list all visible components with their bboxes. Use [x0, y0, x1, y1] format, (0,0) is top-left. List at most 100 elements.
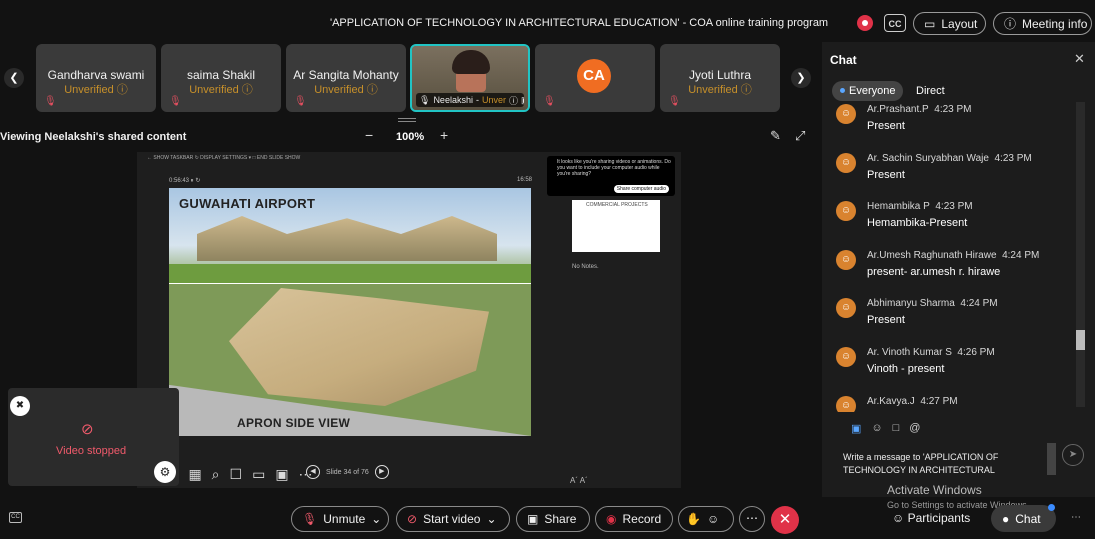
chat-author: Ar.Umesh Raghunath Hirawe: [867, 250, 997, 261]
chat-time: 4:23 PM: [934, 104, 972, 115]
annotate-icon[interactable]: ✎: [770, 128, 781, 144]
next-slide-icon: ▶: [374, 465, 389, 479]
chat-time: 4:23 PM: [935, 201, 973, 212]
chat-compose-input[interactable]: Write a message to 'APPLICATION OF TECHN…: [843, 451, 1043, 477]
unmute-button[interactable]: 🎙 Unmute ⌄: [291, 506, 389, 532]
presenter-toolbar: ← SHOW TASKBAR ↻ DISPLAY SETTINGS ▾ □ EN…: [147, 155, 301, 161]
tab-direct[interactable]: Direct: [908, 81, 953, 101]
chevron-down-icon: ⌄: [371, 512, 382, 526]
pin-icon[interactable]: ✖: [10, 396, 30, 416]
strip-next-icon[interactable]: ❯: [791, 68, 811, 88]
layout-button[interactable]: ▭ Layout: [913, 12, 986, 35]
tab-everyone-label: Everyone: [849, 85, 896, 97]
chat-author: Abhimanyu Sharma: [867, 298, 955, 309]
mention-icon[interactable]: @: [909, 422, 920, 435]
chat-time: 4:23 PM: [994, 153, 1032, 164]
emoji-icon[interactable]: ☺: [871, 422, 882, 435]
participant-tile[interactable]: Ar Sangita Mohanty Unverified ⓘ 🎙: [286, 44, 406, 112]
participant-tile-logo[interactable]: CA 🎙: [535, 44, 655, 112]
slide-subtitle: APRON SIDE VIEW: [237, 416, 351, 430]
strip-prev-icon[interactable]: ❮: [4, 68, 24, 88]
start-video-button[interactable]: ⊘ Start video ⌄: [396, 506, 510, 532]
meeting-info-button[interactable]: ⓘ Meeting info: [993, 12, 1092, 35]
unmute-label: Unmute: [323, 512, 366, 526]
chat-message-meta: Ar.Umesh Raghunath Hirawe 4:24 PM: [867, 250, 1039, 261]
chat-text: Hemambika-Present: [867, 217, 968, 229]
zoom-out-button[interactable]: −: [365, 127, 373, 143]
gif-icon[interactable]: □: [893, 422, 900, 435]
chat-author: Ar.Kavya.J: [867, 396, 915, 407]
avatar-icon: ☺: [836, 347, 856, 367]
participants-icon: ☺: [892, 511, 905, 525]
meeting-info-label: Meeting info: [1022, 16, 1088, 31]
chat-message-list: ☺ Ar.Prashant.P 4:23 PM Present ☺ Ar. Sa…: [822, 104, 1084, 412]
participant-name: Gandharva swami: [47, 68, 145, 82]
font-size-icon: A´ A´: [570, 476, 588, 485]
chat-author: Hemambika P: [867, 201, 930, 212]
webex-meeting-window: 'APPLICATION OF TECHNOLOGY IN ARCHITECTU…: [0, 0, 1095, 539]
record-icon: ◉: [606, 512, 617, 526]
format-icon[interactable]: ▣: [851, 422, 861, 435]
chat-title: Chat: [830, 53, 857, 67]
record-button[interactable]: ◉ Record: [595, 506, 673, 532]
tab-everyone[interactable]: Everyone: [832, 81, 904, 101]
active-speaker-caption: 🎙 Neelakshi - Unver ⓘ ▣: [416, 93, 524, 107]
recording-indicator-icon[interactable]: [857, 15, 873, 31]
reactions-button[interactable]: ✋ ☺: [678, 506, 734, 532]
avatar-icon: ☺: [836, 298, 856, 318]
chevron-down-icon: ⌄: [486, 512, 497, 526]
chat-scrollbar[interactable]: [1076, 102, 1085, 407]
closed-captions-button[interactable]: CC: [884, 14, 906, 32]
compose-toolbar: ▣ ☺ □ @: [851, 422, 920, 435]
participant-tile[interactable]: Gandharva swami Unverified ⓘ 🎙: [36, 44, 156, 112]
meeting-title: 'APPLICATION OF TECHNOLOGY IN ARCHITECTU…: [330, 17, 829, 29]
send-icon[interactable]: ➤: [1062, 444, 1084, 466]
participant-status: Unverified ⓘ: [64, 84, 128, 96]
active-speaker-tile[interactable]: 🎙 Neelakshi - Unver ⓘ ▣: [410, 44, 530, 112]
participant-status: Unver: [481, 95, 506, 105]
drag-handle-icon[interactable]: [398, 118, 416, 122]
next-slide-thumbnail: COMMERCIAL PROJECTS: [572, 200, 660, 252]
participant-name: Jyoti Luthra: [688, 68, 752, 82]
start-video-label: Start video: [423, 512, 481, 526]
leave-meeting-button[interactable]: ✕: [771, 506, 799, 534]
chat-author: Ar. Vinoth Kumar S: [867, 347, 952, 358]
gear-icon[interactable]: ⚙: [154, 461, 176, 483]
layout-label: Layout: [941, 16, 978, 31]
subtitles-icon: ▭: [252, 466, 266, 482]
chat-message-meta: Abhimanyu Sharma 4:24 PM: [867, 298, 998, 309]
captions-icon[interactable]: CC: [9, 512, 22, 523]
share-button[interactable]: ▣ Share: [516, 506, 590, 532]
chat-button[interactable]: ● Chat: [991, 505, 1056, 532]
muted-mic-icon: 🎙: [302, 512, 318, 526]
more-options-icon[interactable]: ⋯: [739, 506, 765, 532]
participant-tile[interactable]: saima Shakil Unverified ⓘ 🎙: [161, 44, 281, 112]
avatar-icon: ☺: [836, 396, 856, 412]
chat-message-meta: Ar. Sachin Suryabhan Waje 4:23 PM: [867, 153, 1032, 164]
chat-bubble-icon: ●: [1002, 511, 1010, 526]
participants-button[interactable]: ☺ Participants: [892, 511, 970, 525]
participant-status: Unverified ⓘ: [189, 84, 253, 96]
participants-label: Participants: [907, 511, 971, 525]
chat-scrollbar-thumb[interactable]: [1076, 330, 1085, 350]
overflow-icon[interactable]: ⋯: [1071, 512, 1081, 523]
participant-tile[interactable]: Jyoti Luthra Unverified ⓘ 🎙: [660, 44, 780, 112]
camera-toggle-icon: ▣: [275, 466, 289, 482]
chat-time: 4:24 PM: [1002, 250, 1040, 261]
zoom-in-button[interactable]: +: [440, 127, 448, 143]
avatar-icon: ☺: [836, 153, 856, 173]
mic-icon: 🎙: [419, 94, 431, 105]
chat-label: Chat: [1015, 511, 1041, 526]
muted-mic-icon: 🎙: [44, 96, 57, 107]
muted-mic-icon: 🎙: [294, 96, 307, 107]
expand-icon[interactable]: ⤢: [795, 128, 805, 144]
compose-scrollbar[interactable]: [1047, 443, 1056, 475]
emoji-icon: ☺: [706, 512, 720, 526]
current-slide: GUWAHATI AIRPORT APRON SIDE VIEW: [169, 188, 531, 436]
close-icon[interactable]: ✕: [1074, 51, 1085, 67]
shared-screen: ← SHOW TASKBAR ↻ DISPLAY SETTINGS ▾ □ EN…: [137, 152, 681, 488]
share-screen-icon: ▣: [527, 512, 539, 526]
unread-dot-icon: [840, 88, 845, 93]
screen-share-icon: ▣: [521, 95, 524, 106]
video-off-icon: ⊘: [407, 512, 418, 526]
